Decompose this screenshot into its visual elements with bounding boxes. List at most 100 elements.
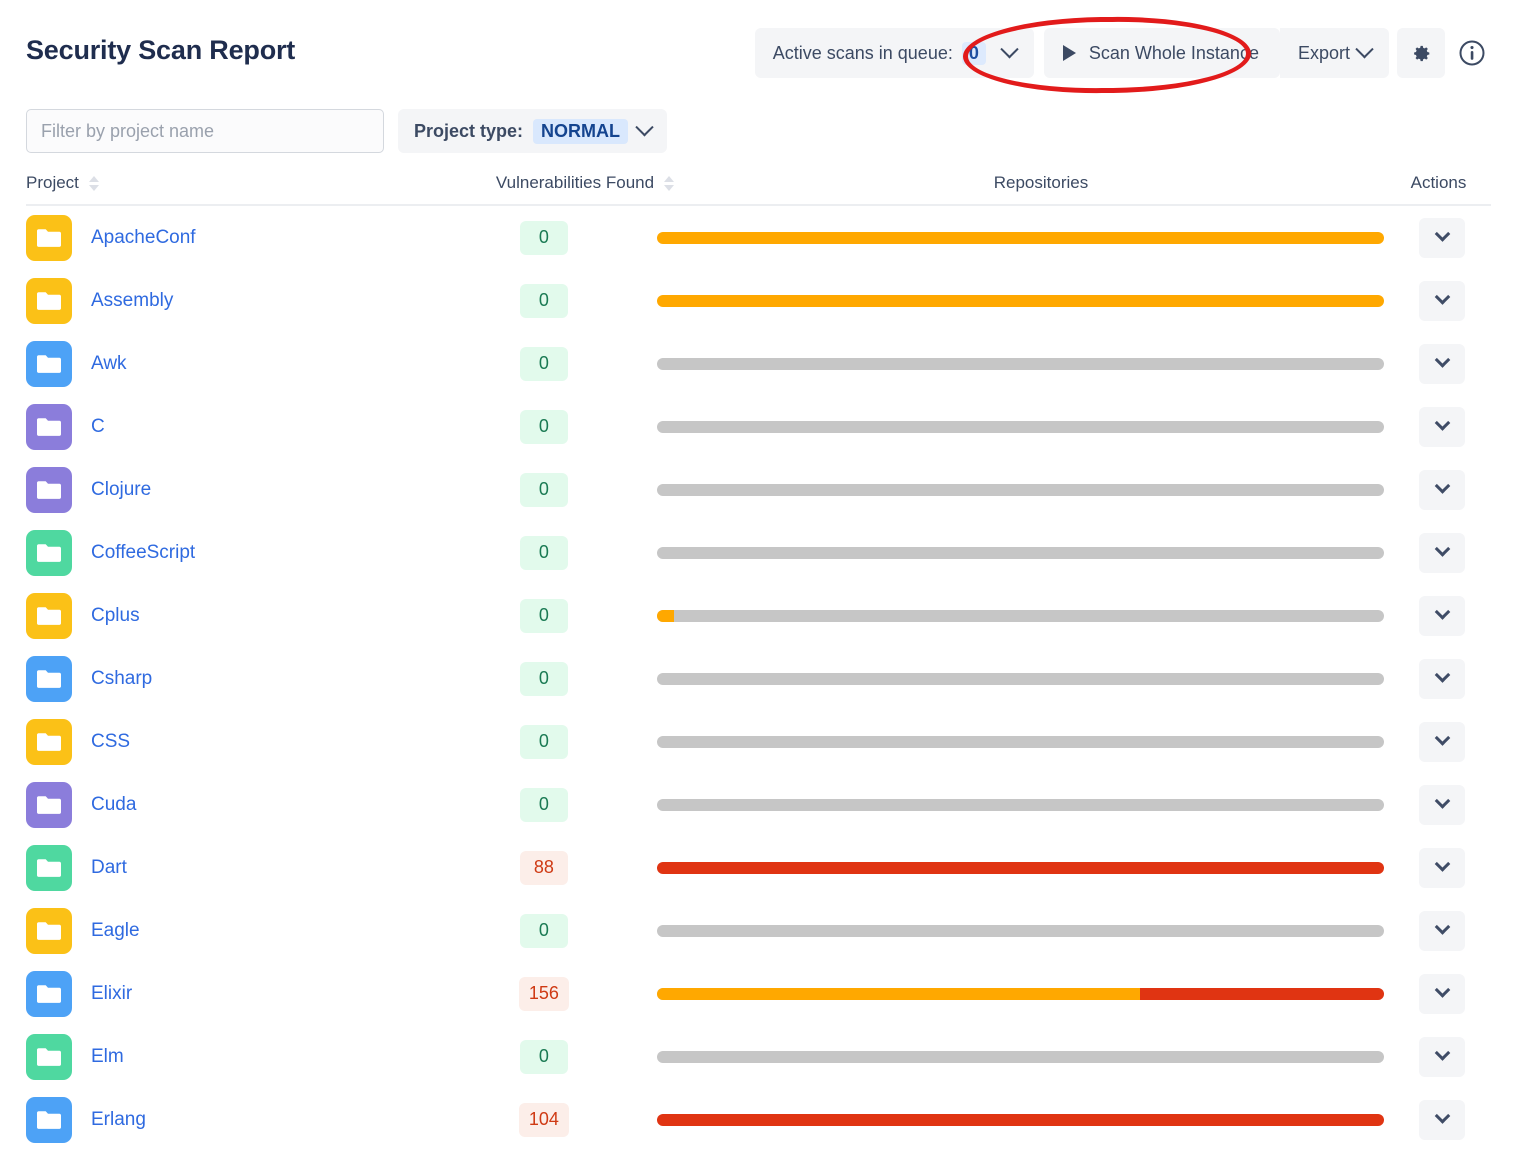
project-folder-icon: [26, 845, 72, 891]
project-name-link[interactable]: CoffeeScript: [91, 542, 195, 564]
row-actions-expand-button[interactable]: [1419, 911, 1465, 951]
row-actions-expand-button[interactable]: [1419, 659, 1465, 699]
row-actions-expand-button[interactable]: [1419, 1100, 1465, 1140]
repository-status-bar: [657, 547, 1384, 559]
row-actions-expand-button[interactable]: [1419, 470, 1465, 510]
row-actions-expand-button[interactable]: [1419, 407, 1465, 447]
vulnerabilities-cell: 0: [441, 914, 647, 948]
repositories-cell: [647, 988, 1394, 1000]
project-name-link[interactable]: Csharp: [91, 668, 152, 690]
row-actions-expand-button[interactable]: [1419, 596, 1465, 636]
project-name-link[interactable]: CSS: [91, 731, 130, 753]
row-actions-expand-button[interactable]: [1419, 785, 1465, 825]
repositories-cell: [647, 1114, 1394, 1126]
column-header-repositories-label: Repositories: [994, 173, 1089, 193]
scan-whole-instance-label: Scan Whole Instance: [1089, 43, 1259, 64]
filter-bar: Project type: NORMAL: [0, 100, 1517, 162]
row-actions-expand-button[interactable]: [1419, 344, 1465, 384]
actions-cell: [1394, 1037, 1491, 1077]
project-folder-icon: [26, 530, 72, 576]
repository-status-bar: [657, 358, 1384, 370]
repositories-cell: [647, 736, 1394, 748]
project-folder-icon: [26, 593, 72, 639]
folder-glyph-icon: [37, 1046, 61, 1067]
repositories-cell: [647, 925, 1394, 937]
project-folder-icon: [26, 467, 72, 513]
project-name-link[interactable]: Eagle: [91, 920, 140, 942]
chevron-down-icon: [1435, 415, 1451, 431]
project-name-link[interactable]: Dart: [91, 857, 127, 879]
project-name-link[interactable]: Erlang: [91, 1109, 146, 1131]
table-row: Assembly 0: [26, 269, 1491, 332]
column-header-project[interactable]: Project: [26, 173, 474, 193]
project-folder-icon: [26, 971, 72, 1017]
table-row: Awk 0: [26, 332, 1491, 395]
column-header-actions-label: Actions: [1411, 173, 1467, 193]
repository-status-bar: [657, 295, 1384, 307]
table-row: Dart 88: [26, 836, 1491, 899]
repository-bar-segment: [657, 862, 1384, 874]
repositories-cell: [647, 232, 1394, 244]
vulnerability-count-badge: 88: [520, 851, 568, 885]
row-actions-expand-button[interactable]: [1419, 218, 1465, 258]
actions-cell: [1394, 1100, 1491, 1140]
chevron-down-icon: [1435, 982, 1451, 998]
project-name-link[interactable]: Cuda: [91, 794, 136, 816]
row-actions-expand-button[interactable]: [1419, 848, 1465, 888]
repositories-cell: [647, 547, 1394, 559]
actions-cell: [1394, 911, 1491, 951]
vulnerability-count-badge: 104: [519, 1103, 569, 1137]
actions-cell: [1394, 974, 1491, 1014]
info-button[interactable]: [1449, 28, 1495, 78]
project-name-link[interactable]: Elixir: [91, 983, 132, 1005]
project-name-link[interactable]: Awk: [91, 353, 127, 375]
actions-cell: [1394, 659, 1491, 699]
column-header-vulnerabilities[interactable]: Vulnerabilities Found: [474, 173, 696, 193]
scan-whole-instance-button[interactable]: Scan Whole Instance: [1044, 28, 1280, 78]
table-header-row: Project Vulnerabilities Found Repositori…: [26, 162, 1491, 206]
folder-glyph-icon: [37, 227, 61, 248]
actions-cell: [1394, 533, 1491, 573]
sort-toggle-icon[interactable]: [664, 176, 674, 191]
row-actions-expand-button[interactable]: [1419, 722, 1465, 762]
active-scans-label: Active scans in queue:: [773, 43, 953, 64]
active-scans-count: 0: [962, 42, 986, 65]
table-row: Cplus0: [26, 584, 1491, 647]
project-name-link[interactable]: Elm: [91, 1046, 124, 1068]
chevron-down-icon: [1435, 793, 1451, 809]
project-cell: ApacheConf: [26, 215, 441, 261]
repository-bar-segment: [657, 295, 1384, 307]
vulnerability-count-badge: 0: [520, 284, 568, 318]
project-name-link[interactable]: C: [91, 416, 105, 438]
vulnerabilities-cell: 156: [441, 977, 647, 1011]
sort-toggle-icon[interactable]: [89, 176, 99, 191]
actions-cell: [1394, 218, 1491, 258]
settings-button[interactable]: [1397, 28, 1445, 78]
row-actions-expand-button[interactable]: [1419, 974, 1465, 1014]
table-row: ApacheConf0: [26, 206, 1491, 269]
row-actions-expand-button[interactable]: [1419, 533, 1465, 573]
project-name-link[interactable]: ApacheConf: [91, 227, 196, 249]
chevron-down-icon: [1435, 604, 1451, 620]
vulnerabilities-cell: 0: [441, 725, 647, 759]
play-icon: [1063, 45, 1076, 61]
project-name-link[interactable]: Clojure: [91, 479, 151, 501]
project-type-dropdown[interactable]: Project type: NORMAL: [398, 109, 667, 153]
folder-glyph-icon: [37, 605, 61, 626]
chevron-down-icon: [1435, 667, 1451, 683]
project-name-filter-input[interactable]: [26, 109, 384, 153]
project-name-link[interactable]: Cplus: [91, 605, 140, 627]
vulnerabilities-cell: 0: [441, 347, 647, 381]
project-folder-icon: [26, 215, 72, 261]
active-scans-queue-dropdown[interactable]: Active scans in queue: 0: [755, 28, 1034, 78]
row-actions-expand-button[interactable]: [1419, 281, 1465, 321]
actions-cell: [1394, 848, 1491, 888]
project-cell: Elm: [26, 1034, 441, 1080]
export-dropdown-button[interactable]: Export: [1280, 28, 1389, 78]
row-actions-expand-button[interactable]: [1419, 1037, 1465, 1077]
chevron-down-icon: [1435, 478, 1451, 494]
repository-status-bar: [657, 232, 1384, 244]
repositories-cell: [647, 484, 1394, 496]
project-name-link[interactable]: Assembly: [91, 290, 173, 312]
vulnerability-count-badge: 0: [520, 410, 568, 444]
